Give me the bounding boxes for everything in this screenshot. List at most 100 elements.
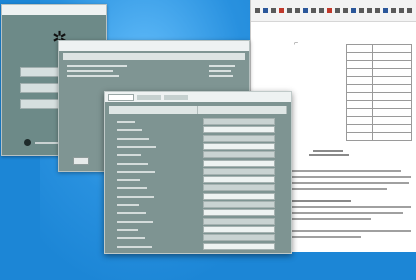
property-value[interactable]: [203, 209, 275, 217]
toolbar-icon[interactable]: [383, 8, 388, 13]
toolbar-icon[interactable]: [335, 8, 340, 13]
toolbar-icon[interactable]: [303, 8, 308, 13]
table-row: [346, 60, 412, 69]
property-row[interactable]: [113, 167, 283, 176]
tab-general[interactable]: [108, 93, 134, 101]
toolbar-icon[interactable]: [263, 8, 268, 13]
table-row: [346, 100, 412, 109]
toolbar-icon[interactable]: [391, 8, 396, 13]
property-name: [117, 129, 142, 132]
property-row[interactable]: [113, 126, 283, 134]
property-name: [117, 220, 153, 223]
toolbar-icon[interactable]: [255, 8, 260, 13]
property-name: [117, 145, 156, 148]
property-value[interactable]: [203, 159, 275, 167]
list-item[interactable]: [209, 70, 231, 72]
property-row[interactable]: [113, 142, 283, 151]
radio-option[interactable]: [24, 139, 31, 146]
property-row[interactable]: [113, 201, 283, 209]
property-value[interactable]: [203, 167, 275, 175]
toolbar-icon[interactable]: [327, 8, 332, 13]
property-name: [117, 179, 140, 182]
property-row[interactable]: [113, 242, 283, 251]
property-value[interactable]: [203, 184, 275, 192]
text-line: [291, 206, 411, 208]
property-value[interactable]: [203, 225, 275, 233]
property-name: [117, 170, 155, 173]
list-item[interactable]: [67, 70, 113, 72]
property-value[interactable]: [203, 151, 275, 159]
table-row: [346, 116, 412, 125]
property-name: [117, 228, 138, 231]
list-item[interactable]: [209, 65, 235, 67]
property-name: [117, 154, 141, 157]
dialog-tabs[interactable]: [105, 92, 291, 102]
text-line: [291, 230, 411, 232]
dialog-button[interactable]: [73, 157, 89, 165]
property-value[interactable]: [203, 142, 275, 150]
toolbar-icon[interactable]: [399, 8, 404, 13]
column-header-name: [109, 106, 198, 114]
tab-details[interactable]: [137, 94, 161, 100]
property-value[interactable]: [203, 192, 275, 200]
list-item[interactable]: [67, 65, 127, 67]
toolbar-icon[interactable]: [351, 8, 356, 13]
property-row[interactable]: [113, 159, 283, 168]
dialog-titlebar[interactable]: [2, 5, 106, 15]
table-row: [346, 44, 412, 53]
text-line: [313, 150, 343, 152]
property-value[interactable]: [203, 118, 275, 125]
toolbar-icon[interactable]: [367, 8, 372, 13]
property-row[interactable]: [113, 209, 283, 217]
property-value[interactable]: [203, 217, 275, 225]
property-row[interactable]: [113, 176, 283, 184]
property-row[interactable]: [113, 134, 283, 143]
document-mark: ⌐: [294, 40, 299, 47]
dialog-titlebar[interactable]: [59, 41, 249, 51]
property-row[interactable]: [113, 118, 283, 126]
toolbar-icon[interactable]: [319, 8, 324, 13]
text-line: [291, 212, 403, 214]
property-row[interactable]: [113, 151, 283, 159]
property-row[interactable]: [113, 234, 283, 242]
toolbar-icon[interactable]: [271, 8, 276, 13]
table-row: [346, 84, 412, 93]
property-value[interactable]: [203, 126, 275, 134]
property-name: [117, 245, 152, 248]
property-value[interactable]: [203, 134, 275, 142]
property-row[interactable]: [113, 217, 283, 226]
toolbar-icon[interactable]: [375, 8, 380, 13]
property-row[interactable]: [113, 192, 283, 201]
tab-other[interactable]: [164, 94, 188, 100]
property-name: [117, 212, 146, 215]
properties-dialog[interactable]: [104, 91, 292, 254]
toolbar-icon[interactable]: [359, 8, 364, 13]
property-name: [117, 237, 145, 240]
text-line: [291, 176, 411, 178]
document-ribbon[interactable]: [251, 0, 416, 22]
property-grid-header: [109, 106, 287, 114]
toolbar-icon[interactable]: [407, 8, 412, 13]
toolbar-icon[interactable]: [311, 8, 316, 13]
table-row: [346, 132, 412, 141]
property-row[interactable]: [113, 225, 283, 234]
property-value[interactable]: [203, 242, 275, 250]
text-line: [291, 236, 361, 238]
toolbar-icon[interactable]: [295, 8, 300, 13]
property-row[interactable]: [113, 184, 283, 192]
column-header-value: [198, 106, 287, 114]
text-line: [291, 182, 409, 184]
toolbar-icon[interactable]: [343, 8, 348, 13]
document-table: [346, 44, 412, 141]
property-name: [117, 195, 154, 198]
toolbar-icon[interactable]: [287, 8, 292, 13]
list-header: [63, 53, 245, 60]
property-value[interactable]: [203, 234, 275, 242]
property-name: [117, 187, 147, 190]
list-item[interactable]: [209, 75, 233, 77]
text-line: [291, 218, 371, 220]
property-value[interactable]: [203, 176, 275, 184]
property-value[interactable]: [203, 201, 275, 208]
list-item[interactable]: [67, 75, 119, 77]
toolbar-icon[interactable]: [279, 8, 284, 13]
